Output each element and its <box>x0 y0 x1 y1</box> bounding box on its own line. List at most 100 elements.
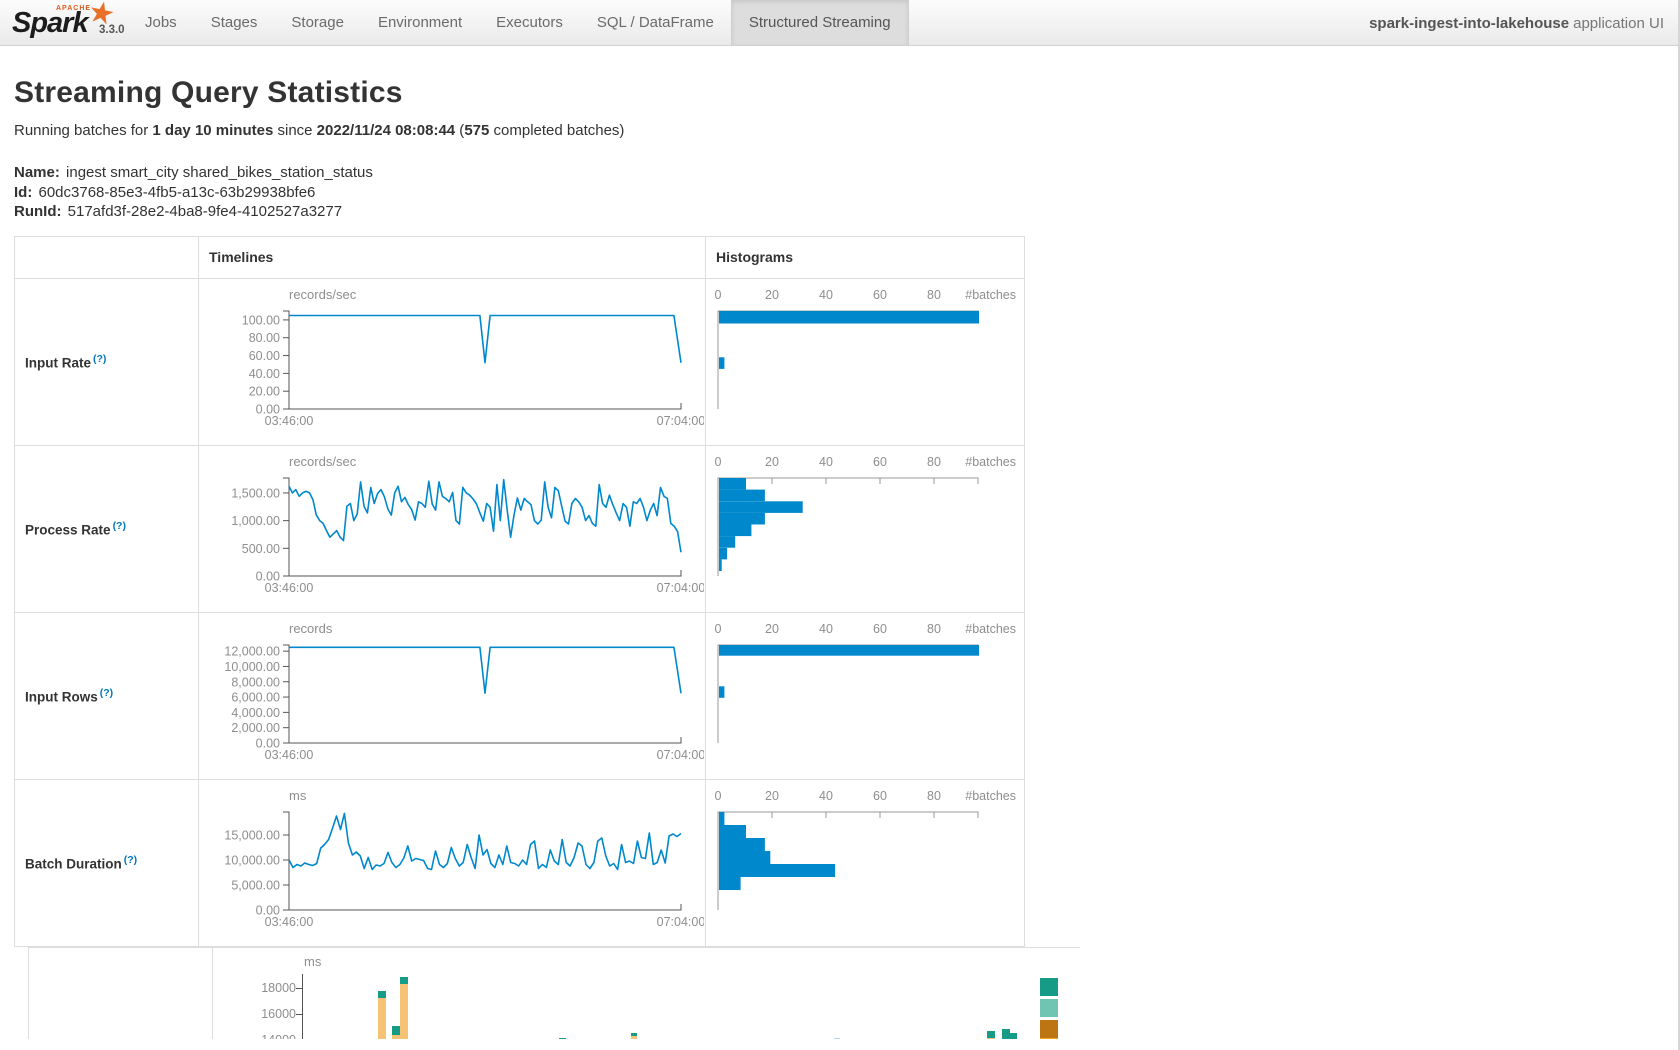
running-pre: Running batches for <box>14 122 152 139</box>
svg-text:07:04:00: 07:04:00 <box>657 748 704 762</box>
svg-text:20.00: 20.00 <box>249 385 280 399</box>
svg-text:8,000.00: 8,000.00 <box>231 675 280 689</box>
help-icon[interactable]: (?) <box>124 854 137 866</box>
navbar: APACHE Spark ★ 3.3.0 JobsStagesStorageEn… <box>0 0 1680 46</box>
svg-text:03:46:00: 03:46:00 <box>265 748 314 762</box>
svg-text:500.00: 500.00 <box>242 542 280 556</box>
svg-text:0: 0 <box>715 455 722 469</box>
svg-text:20: 20 <box>765 455 779 469</box>
tab-storage[interactable]: Storage <box>274 0 361 45</box>
svg-text:20: 20 <box>765 288 779 302</box>
application-title: spark-ingest-into-lakehouse application … <box>1369 0 1664 46</box>
help-icon[interactable]: (?) <box>93 353 106 365</box>
op-bar-segment <box>400 984 408 1038</box>
cell-divider <box>212 948 213 1039</box>
input-rate-timeline-chart: records/sec100.0080.0060.0040.0020.000.0… <box>199 279 704 444</box>
svg-text:07:04:00: 07:04:00 <box>657 915 704 929</box>
op-legend-swatch-teal_light <box>1040 999 1058 1017</box>
svg-text:20: 20 <box>765 789 779 803</box>
help-icon[interactable]: (?) <box>113 520 126 532</box>
svg-text:80.00: 80.00 <box>249 331 280 345</box>
op-bar-segment <box>631 1036 637 1038</box>
svg-text:0: 0 <box>715 789 722 803</box>
svg-text:60: 60 <box>873 455 887 469</box>
op-legend-swatch-orange_dark <box>1040 1020 1058 1038</box>
tab-structured-streaming[interactable]: Structured Streaming <box>731 0 909 45</box>
op-legend-swatch-teal <box>1040 978 1058 996</box>
runid-value: 517afd3f-28e2-4ba8-9fe4-4102527a3277 <box>68 203 342 220</box>
op-bar-segment <box>1002 1029 1010 1038</box>
application-suffix: application UI <box>1573 15 1664 32</box>
running-duration: 1 day 10 minutes <box>152 122 273 139</box>
svg-text:records/sec: records/sec <box>289 287 357 302</box>
query-id-line: Id: 60dc3768-85e3-4fb5-a13c-63b29938bfe6 <box>14 183 1666 203</box>
op-bar-segment <box>392 1035 400 1039</box>
tab-executors[interactable]: Executors <box>479 0 580 45</box>
batch-duration-label: Batch Duration(?) <box>15 779 199 946</box>
op-bar-segment <box>987 1038 995 1039</box>
svg-text:#batches: #batches <box>965 288 1016 302</box>
input-rows-histogram-cell: 0 20 40 60 80 #batches <box>706 612 1025 779</box>
op-bar-segment <box>834 1038 840 1039</box>
id-value: 60dc3768-85e3-4fb5-a13c-63b29938bfe6 <box>39 184 316 201</box>
process-rate-histogram-cell: 020406080#batches <box>706 445 1025 612</box>
svg-text:4,000.00: 4,000.00 <box>231 706 280 720</box>
op-y-axis <box>302 974 303 1039</box>
op-y-tick-label: 18000 <box>236 981 296 995</box>
op-bar-segment <box>559 1038 566 1039</box>
svg-text:#batches: #batches <box>965 622 1016 636</box>
batch-duration-histogram-cell: 020406080#batches <box>706 779 1025 946</box>
name-label: Name: <box>14 164 60 181</box>
svg-text:40: 40 <box>819 622 833 636</box>
input-rows-timeline-cell: records12,000.0010,000.008,000.006,000.0… <box>199 612 706 779</box>
svg-text:10,000.00: 10,000.00 <box>224 660 280 674</box>
svg-text:12,000.00: 12,000.00 <box>224 645 280 659</box>
tab-stages[interactable]: Stages <box>194 0 275 45</box>
svg-text:60: 60 <box>873 622 887 636</box>
process-rate-label: Process Rate(?) <box>15 445 199 612</box>
input-rows-histogram-chart: 0 20 40 60 80 #batches <box>706 613 1023 778</box>
svg-text:2,000.00: 2,000.00 <box>231 721 280 735</box>
svg-text:records/sec: records/sec <box>289 454 357 469</box>
svg-text:1,000.00: 1,000.00 <box>231 514 280 528</box>
process-rate-row: Process Rate(?)records/sec1,500.001,000.… <box>15 445 1025 612</box>
completed-batches-count: 575 <box>464 122 489 139</box>
svg-text:15,000.00: 15,000.00 <box>224 829 280 843</box>
svg-text:20: 20 <box>765 622 779 636</box>
svg-text:100.00: 100.00 <box>242 313 280 327</box>
tab-jobs[interactable]: Jobs <box>128 0 194 45</box>
svg-text:80: 80 <box>927 622 941 636</box>
help-icon[interactable]: (?) <box>100 687 113 699</box>
svg-text:40.00: 40.00 <box>249 367 280 381</box>
operation-duration-row: ms 180001600014000 <box>28 947 1080 1039</box>
svg-text:records: records <box>289 621 333 636</box>
svg-text:#batches: #batches <box>965 789 1016 803</box>
tab-environment[interactable]: Environment <box>361 0 479 45</box>
input-rows-row: Input Rows(?) records 12,000.0010,000.008,… <box>15 612 1025 779</box>
input-rate-histogram-chart: 020406080#batches <box>706 279 1023 444</box>
query-meta: Name: ingest smart_city shared_bikes_sta… <box>14 163 1666 222</box>
op-bar-segment <box>378 998 386 1039</box>
query-runid-line: RunId: 517afd3f-28e2-4ba8-9fe4-4102527a3… <box>14 202 1666 222</box>
svg-text:80: 80 <box>927 789 941 803</box>
op-bar-segment <box>400 977 408 985</box>
svg-text:5,000.00: 5,000.00 <box>231 879 280 893</box>
svg-text:60.00: 60.00 <box>249 349 280 363</box>
operation-duration-unit: ms <box>304 954 321 969</box>
svg-text:0: 0 <box>715 622 722 636</box>
tab-sql-dataframe[interactable]: SQL / DataFrame <box>580 0 731 45</box>
runid-label: RunId: <box>14 203 61 220</box>
svg-text:40: 40 <box>819 455 833 469</box>
op-y-tick <box>296 988 302 989</box>
svg-text:03:46:00: 03:46:00 <box>265 581 314 595</box>
spark-logo[interactable]: APACHE Spark ★ 3.3.0 <box>0 0 128 45</box>
input-rows-label: Input Rows(?) <box>15 612 199 779</box>
batch-duration-timeline-cell: ms15,000.0010,000.005,000.000.0003:46:00… <box>199 779 706 946</box>
query-name-line: Name: ingest smart_city shared_bikes_sta… <box>14 163 1666 183</box>
spark-wordmark: Spark <box>12 7 88 40</box>
svg-text:40: 40 <box>819 789 833 803</box>
running-since: 2022/11/24 08:08:44 <box>317 122 455 139</box>
svg-text:10,000.00: 10,000.00 <box>224 854 280 868</box>
running-post: completed batches) <box>489 122 624 139</box>
empty-header-cell <box>15 236 199 278</box>
